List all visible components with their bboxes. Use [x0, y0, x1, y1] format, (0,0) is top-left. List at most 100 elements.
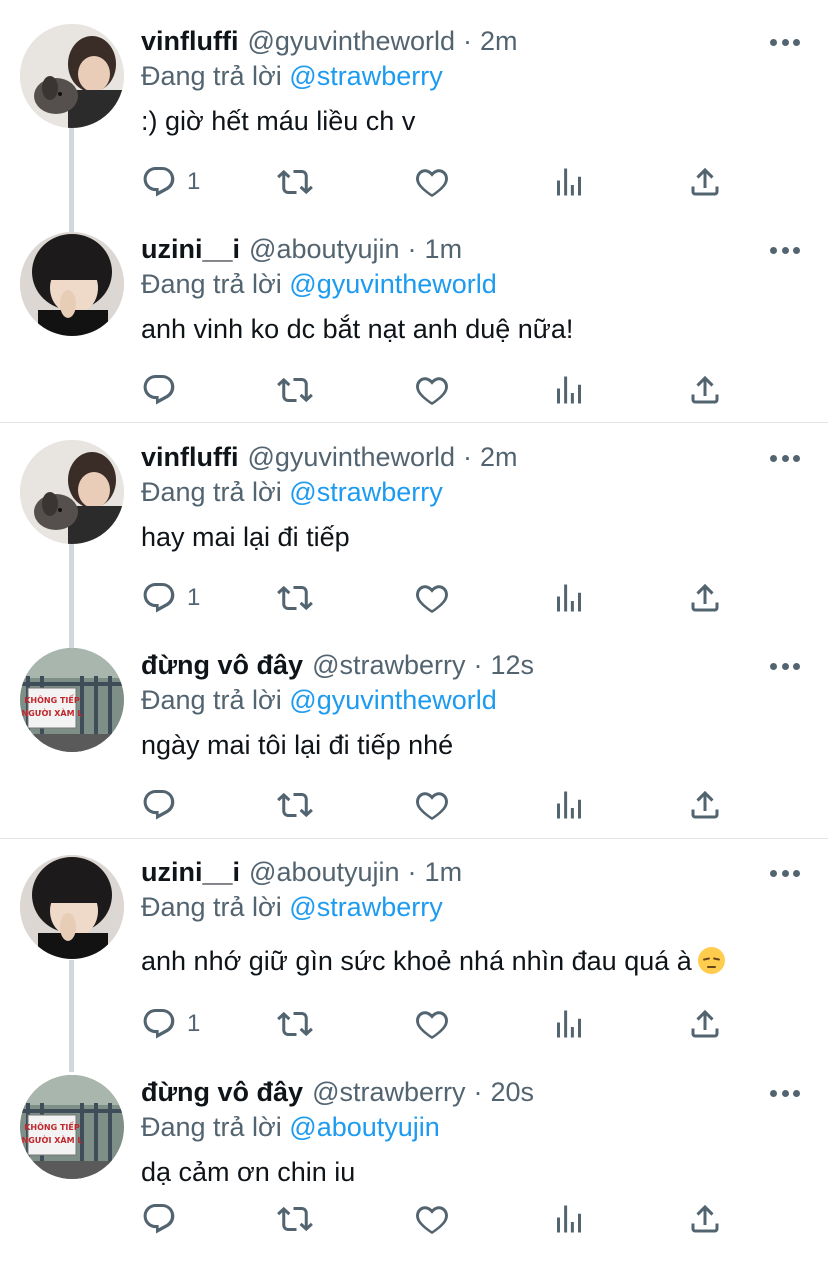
tweet-header: uzini__i @aboutyujin · 1m	[141, 839, 828, 889]
tweet[interactable]: uzini__i @aboutyujin · 1m Đang trả lời @…	[0, 839, 828, 1055]
avatar[interactable]	[20, 855, 124, 959]
share-button[interactable]	[687, 370, 723, 410]
reply-icon	[143, 375, 175, 405]
action-bar: 1	[141, 162, 828, 202]
reply-button[interactable]	[141, 370, 187, 410]
retweet-button[interactable]	[277, 578, 313, 618]
mention-link[interactable]: @strawberry	[289, 477, 442, 507]
mention-link[interactable]: @strawberry	[289, 892, 442, 922]
replying-prefix: Đang trả lời	[141, 61, 282, 91]
user-handle[interactable]: @aboutyujin	[249, 232, 400, 266]
retweet-button[interactable]	[277, 370, 313, 410]
share-button[interactable]	[687, 785, 723, 825]
tweet[interactable]: KHÔNG TIẾP NGƯỜI XÀM L đừng vô đây @stra…	[0, 1055, 828, 1259]
more-icon[interactable]	[770, 245, 800, 255]
timestamp[interactable]: 2m	[480, 440, 518, 474]
more-icon[interactable]	[770, 868, 800, 878]
views-button[interactable]	[551, 578, 587, 618]
timestamp[interactable]: 20s	[491, 1075, 535, 1109]
tweet[interactable]: vinfluffi @gyuvintheworld · 2m Đang trả …	[0, 0, 828, 208]
avatar[interactable]: KHÔNG TIẾP NGƯỜI XÀM L	[20, 648, 124, 752]
user-handle[interactable]: @gyuvintheworld	[247, 440, 455, 474]
share-button[interactable]	[687, 578, 723, 618]
views-icon	[557, 376, 581, 404]
display-name[interactable]: vinfluffi	[141, 440, 238, 474]
like-button[interactable]	[414, 1199, 450, 1239]
reply-icon	[143, 1204, 175, 1234]
retweet-button[interactable]	[277, 1004, 313, 1044]
display-name[interactable]: vinfluffi	[141, 24, 238, 58]
user-handle[interactable]: @strawberry	[312, 648, 465, 682]
action-bar	[141, 1199, 828, 1239]
views-button[interactable]	[551, 1004, 587, 1044]
retweet-button[interactable]	[277, 785, 313, 825]
avatar[interactable]	[20, 24, 124, 128]
share-button[interactable]	[687, 162, 723, 202]
action-bar: 1	[141, 578, 828, 618]
views-button[interactable]	[551, 1199, 587, 1239]
reply-button[interactable]: 1	[141, 578, 200, 618]
user-handle[interactable]: @aboutyujin	[249, 855, 400, 889]
reply-button[interactable]	[141, 1199, 187, 1239]
retweet-button[interactable]	[277, 1199, 313, 1239]
user-handle[interactable]: @strawberry	[312, 1075, 465, 1109]
tweet[interactable]: uzini__i @aboutyujin · 1m Đang trả lời @…	[0, 208, 828, 422]
display-name[interactable]: đừng vô đây	[141, 1075, 303, 1109]
tweet-header: đừng vô đây @strawberry · 12s	[141, 630, 828, 682]
tweet[interactable]: KHÔNG TIẾP NGƯỜI XÀM L đừng vô đây @stra…	[0, 630, 828, 838]
avatar[interactable]	[20, 232, 124, 336]
tweet[interactable]: vinfluffi @gyuvintheworld · 2m Đang trả …	[0, 423, 828, 630]
mention-link[interactable]: @aboutyujin	[289, 1112, 440, 1142]
views-button[interactable]	[551, 370, 587, 410]
like-icon	[416, 792, 448, 820]
reply-button[interactable]: 1	[141, 1004, 200, 1044]
tweet-text: anh nhớ giữ gìn sức khoẻ nhá nhìn đau qu…	[141, 946, 692, 976]
views-button[interactable]	[551, 162, 587, 202]
display-name[interactable]: uzini__i	[141, 232, 240, 266]
retweet-icon	[277, 1011, 313, 1037]
like-button[interactable]	[414, 1004, 450, 1044]
timestamp[interactable]: 1m	[425, 855, 463, 889]
reply-count: 1	[187, 584, 201, 611]
tweet-text: dạ cảm ơn chin iu	[141, 1157, 356, 1187]
avatar[interactable]	[20, 440, 124, 544]
replying-to: Đang trả lời @gyuvintheworld	[141, 683, 828, 717]
reply-button[interactable]	[141, 785, 187, 825]
mention-link[interactable]: @gyuvintheworld	[289, 685, 497, 715]
like-icon	[416, 1206, 448, 1234]
replying-prefix: Đang trả lời	[141, 685, 282, 715]
reply-icon	[143, 167, 175, 197]
retweet-button[interactable]	[277, 162, 313, 202]
like-button[interactable]	[414, 785, 450, 825]
like-button[interactable]	[414, 578, 450, 618]
reply-icon	[143, 583, 175, 613]
more-icon[interactable]	[770, 661, 800, 671]
like-button[interactable]	[414, 162, 450, 202]
display-name[interactable]: uzini__i	[141, 855, 240, 889]
share-icon	[691, 167, 719, 196]
share-button[interactable]	[687, 1199, 723, 1239]
replying-prefix: Đang trả lời	[141, 477, 282, 507]
share-icon	[691, 583, 719, 612]
avatar[interactable]: KHÔNG TIẾP NGƯỜI XÀM L	[20, 1075, 124, 1179]
reply-button[interactable]: 1	[141, 162, 200, 202]
timestamp[interactable]: 2m	[480, 24, 518, 58]
more-icon[interactable]	[770, 1088, 800, 1098]
retweet-icon	[277, 1206, 313, 1232]
reply-icon	[143, 1009, 175, 1039]
share-button[interactable]	[687, 1004, 723, 1044]
replying-prefix: Đang trả lời	[141, 1112, 282, 1142]
timestamp[interactable]: 1m	[425, 232, 463, 266]
display-name[interactable]: đừng vô đây	[141, 648, 303, 682]
views-button[interactable]	[551, 785, 587, 825]
replying-to: Đang trả lời @strawberry	[141, 59, 828, 93]
user-handle[interactable]: @gyuvintheworld	[247, 24, 455, 58]
more-icon[interactable]	[770, 37, 800, 47]
mention-link[interactable]: @gyuvintheworld	[289, 269, 497, 299]
views-icon	[557, 168, 581, 196]
like-button[interactable]	[414, 370, 450, 410]
timestamp[interactable]: 12s	[491, 648, 535, 682]
views-icon	[557, 584, 581, 612]
more-icon[interactable]	[770, 453, 800, 463]
mention-link[interactable]: @strawberry	[289, 61, 442, 91]
